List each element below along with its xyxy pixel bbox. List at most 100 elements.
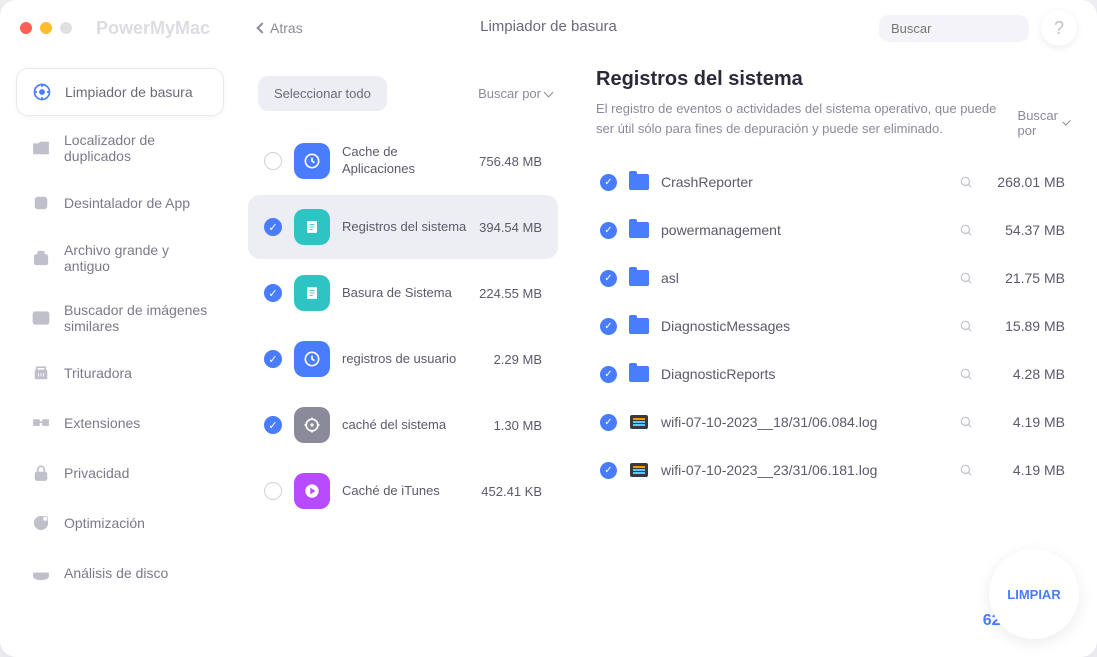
file-size: 15.89 MB [985,318,1065,334]
sidebar-item-extensions[interactable]: Extensiones [16,400,224,446]
file-list[interactable]: CrashReporter 268.01 MB powermanagement … [596,142,1069,573]
reveal-icon[interactable] [959,175,973,189]
footer: 622.69 MB [0,585,1097,657]
file-checkbox[interactable] [600,366,617,383]
category-icon [294,143,330,179]
reveal-icon[interactable] [959,223,973,237]
chevron-left-icon [256,22,267,33]
category-checkbox[interactable] [264,284,282,302]
file-item[interactable]: wifi-07-10-2023__18/31/06.084.log 4.19 M… [596,398,1069,446]
file-checkbox[interactable] [600,414,617,431]
file-item[interactable]: asl 21.75 MB [596,254,1069,302]
sidebar-item-large-old-files[interactable]: Archivo grande y antiguo [16,230,224,286]
traffic-lights [20,22,72,34]
reveal-icon[interactable] [959,415,973,429]
reveal-icon[interactable] [959,367,973,381]
file-size: 54.37 MB [985,222,1065,238]
clean-button[interactable]: LIMPIAR [989,549,1079,639]
file-item[interactable]: DiagnosticMessages 15.89 MB [596,302,1069,350]
category-item[interactable]: Cache de Aplicaciones 756.48 MB [248,129,558,193]
svg-text:A: A [38,198,44,208]
category-list[interactable]: Cache de Aplicaciones 756.48 MB Registro… [240,119,570,573]
file-name: wifi-07-10-2023__23/31/06.181.log [661,462,947,478]
app-window: PowerMyMac Atras Limpiador de basura ? L… [0,0,1097,657]
minimize-window-button[interactable] [40,22,52,34]
select-all-button[interactable]: Seleccionar todo [258,76,387,111]
file-checkbox[interactable] [600,318,617,335]
sidebar-item-label: Privacidad [64,465,129,481]
category-checkbox[interactable] [264,152,282,170]
sidebar-item-shredder[interactable]: Trituradora [16,350,224,396]
category-item[interactable]: Basura de Sistema 224.55 MB [248,261,558,325]
reveal-icon[interactable] [959,463,973,477]
category-header: Seleccionar todo Buscar por [240,68,570,119]
sort-label: Buscar por [1018,108,1060,138]
sidebar-item-duplicate-finder[interactable]: Localizador de duplicados [16,120,224,176]
sidebar-item-optimization[interactable]: Optimización [16,500,224,546]
file-item[interactable]: wifi-07-10-2023__23/31/06.181.log 4.19 M… [596,446,1069,494]
sidebar-item-label: Archivo grande y antiguo [64,242,210,274]
category-item[interactable]: registros de usuario 2.29 MB [248,327,558,391]
category-item[interactable]: caché del sistema 1.30 MB [248,393,558,457]
file-checkbox[interactable] [600,462,617,479]
category-checkbox[interactable] [264,482,282,500]
folder-icon [629,318,649,334]
category-sort-button[interactable]: Buscar por [478,86,552,101]
titlebar: PowerMyMac Atras Limpiador de basura ? [0,0,1097,56]
category-icon [294,209,330,245]
back-button[interactable]: Atras [258,20,303,36]
help-button[interactable]: ? [1041,10,1077,46]
category-checkbox[interactable] [264,350,282,368]
file-checkbox[interactable] [600,174,617,191]
category-item[interactable]: Registros del sistema 394.54 MB [248,195,558,259]
category-item[interactable]: Caché de iTunes 452.41 KB [248,459,558,523]
detail-description: El registro de eventos o actividades del… [596,99,1018,138]
file-name: powermanagement [661,222,947,238]
file-name: CrashReporter [661,174,947,190]
sidebar-item-app-uninstaller[interactable]: A Desintalador de App [16,180,224,226]
log-file-icon [630,415,648,429]
file-size: 21.75 MB [985,270,1065,286]
sidebar-item-privacy[interactable]: Privacidad [16,450,224,496]
sidebar: Limpiador de basuraLocalizador de duplic… [0,56,240,585]
chevron-down-icon [1062,117,1071,126]
category-size: 756.48 MB [479,154,542,169]
category-checkbox[interactable] [264,218,282,236]
main-content: Limpiador de basuraLocalizador de duplic… [0,56,1097,585]
search-box[interactable] [879,15,1029,42]
category-size: 394.54 MB [479,220,542,235]
file-item[interactable]: DiagnosticReports 4.28 MB [596,350,1069,398]
file-checkbox[interactable] [600,270,617,287]
maximize-window-button[interactable] [60,22,72,34]
sidebar-item-junk-cleaner[interactable]: Limpiador de basura [16,68,224,116]
log-file-icon [630,463,648,477]
file-size: 268.01 MB [985,174,1065,190]
junk-cleaner-icon [31,81,53,103]
reveal-icon[interactable] [959,319,973,333]
chevron-down-icon [544,87,554,97]
detail-title: Registros del sistema [596,68,1069,91]
detail-sort-button[interactable]: Buscar por [1018,108,1069,138]
file-item[interactable]: CrashReporter 268.01 MB [596,158,1069,206]
privacy-icon [30,462,52,484]
sidebar-item-label: Análisis de disco [64,565,168,581]
category-icon [294,407,330,443]
sidebar-item-label: Desintalador de App [64,195,190,211]
app-uninstaller-icon: A [30,192,52,214]
folder-icon [629,222,649,238]
file-name: wifi-07-10-2023__18/31/06.084.log [661,414,947,430]
folder-icon [629,366,649,382]
sidebar-item-disk-analysis[interactable]: Análisis de disco [16,550,224,585]
file-checkbox[interactable] [600,222,617,239]
back-label: Atras [270,20,303,36]
category-label: Registros del sistema [342,219,467,236]
detail-panel: Registros del sistema El registro de eve… [578,56,1097,585]
category-icon [294,341,330,377]
category-checkbox[interactable] [264,416,282,434]
file-item[interactable]: powermanagement 54.37 MB [596,206,1069,254]
category-size: 1.30 MB [494,418,542,433]
sidebar-item-similar-images[interactable]: Buscador de imágenes similares [16,290,224,346]
reveal-icon[interactable] [959,271,973,285]
category-icon [294,275,330,311]
close-window-button[interactable] [20,22,32,34]
